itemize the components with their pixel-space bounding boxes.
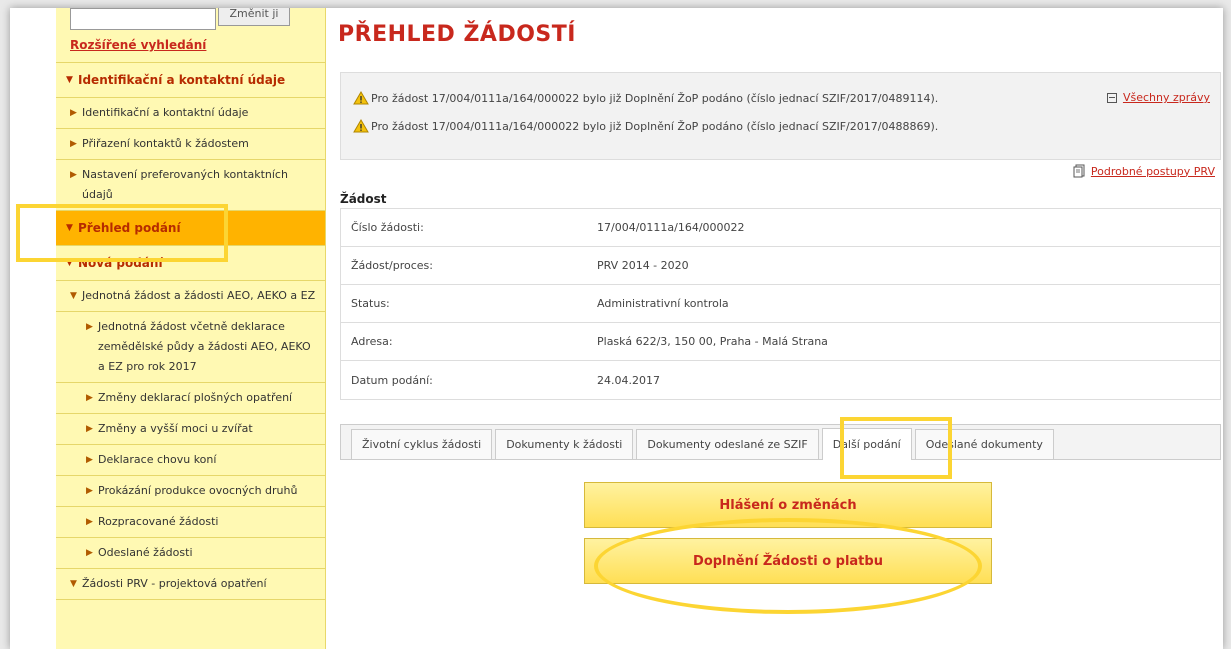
search-row: Změnit ji bbox=[56, 8, 325, 30]
tab-bar: Životní cyklus žádosti Dokumenty k žádos… bbox=[340, 424, 1221, 460]
sidebar-item-label: Přiřazení kontaktů k žádostem bbox=[82, 137, 249, 150]
row-value: Administrativní kontrola bbox=[597, 297, 729, 310]
chevron-right-icon: ▶ bbox=[70, 139, 77, 149]
chevron-right-icon: ▶ bbox=[86, 424, 93, 434]
sidebar-item-label: Nová podání bbox=[78, 256, 163, 270]
sidebar-item-unified-application-2017[interactable]: ▶ Jednotná žádost včetně deklarace zeměd… bbox=[56, 312, 325, 383]
chevron-right-icon: ▶ bbox=[86, 517, 93, 527]
table-row: Číslo žádosti: 17/004/0111a/164/000022 bbox=[341, 209, 1220, 247]
chevron-down-icon: ▼ bbox=[66, 258, 73, 268]
page-title: PŘEHLED ŽÁDOSTÍ bbox=[338, 22, 576, 47]
message-item: Pro žádost 17/004/0111a/164/000022 bylo … bbox=[353, 119, 938, 133]
main-content: PŘEHLED ŽÁDOSTÍ Pro žádost 17/004/0111a/… bbox=[328, 8, 1223, 649]
row-label: Datum podání: bbox=[351, 373, 433, 387]
sidebar-item-prv-projects[interactable]: ▼ Žádosti PRV - projektová opatření bbox=[56, 569, 325, 600]
sidebar-item-animal-changes[interactable]: ▶ Změny a vyšší moci u zvířat bbox=[56, 414, 325, 445]
table-row: Datum podání: 24.04.2017 bbox=[341, 361, 1220, 399]
sidebar-item-label: Rozpracované žádosti bbox=[98, 515, 219, 528]
tab-sent-documents[interactable]: Odeslané dokumenty bbox=[914, 429, 1054, 459]
sidebar-item-identification[interactable]: ▼ Identifikační a kontaktní údaje bbox=[56, 63, 325, 98]
chevron-right-icon: ▶ bbox=[70, 170, 77, 180]
advanced-search-link[interactable]: Rozšířené vyhledání bbox=[56, 30, 325, 63]
guide-link[interactable]: Podrobné postupy PRV bbox=[1091, 165, 1215, 178]
chevron-down-icon: ▼ bbox=[66, 223, 73, 233]
sidebar-item-label: Prokázání produkce ovocných druhů bbox=[98, 484, 298, 497]
tab-documents[interactable]: Dokumenty k žádosti bbox=[495, 429, 634, 459]
sidebar-item-fruit-production[interactable]: ▶ Prokázání produkce ovocných druhů bbox=[56, 476, 325, 507]
message-text: Pro žádost 17/004/0111a/164/000022 bylo … bbox=[371, 119, 939, 133]
all-messages-toggle[interactable]: Všechny zprávy bbox=[1106, 91, 1210, 104]
report-changes-button[interactable]: Hlášení o změnách bbox=[584, 482, 992, 528]
chevron-down-icon: ▼ bbox=[70, 291, 77, 301]
sidebar-item-drafts[interactable]: ▶ Rozpracované žádosti bbox=[56, 507, 325, 538]
sidebar-item-overview[interactable]: ▼ Přehled podání bbox=[56, 211, 325, 246]
tab-other-submissions[interactable]: Další podání bbox=[821, 428, 912, 460]
document-icon bbox=[1073, 164, 1085, 178]
sidebar-item-sent[interactable]: ▶ Odeslané žádosti bbox=[56, 538, 325, 569]
sidebar-item-label: Jednotná žádost včetně deklarace zeměděl… bbox=[98, 320, 311, 373]
row-value: PRV 2014 - 2020 bbox=[597, 259, 689, 272]
sidebar-item-area-changes[interactable]: ▶ Změny deklarací plošných opatření bbox=[56, 383, 325, 414]
chevron-right-icon: ▶ bbox=[86, 548, 93, 558]
row-label: Žádost/proces: bbox=[351, 259, 433, 272]
chevron-right-icon: ▶ bbox=[86, 393, 93, 403]
table-row: Adresa: Plaská 622/3, 150 00, Praha - Ma… bbox=[341, 323, 1220, 361]
sidebar-item-label: Odeslané žádosti bbox=[98, 546, 193, 559]
chevron-right-icon: ▶ bbox=[86, 322, 93, 332]
sidebar: Změnit ji Rozšířené vyhledání ▼ Identifi… bbox=[56, 8, 326, 649]
section-title: Žádost bbox=[340, 192, 387, 206]
sidebar-item-label: Přehled podání bbox=[78, 221, 181, 235]
sidebar-item-contact-assignment[interactable]: ▶ Přiřazení kontaktů k žádostem bbox=[56, 129, 325, 160]
row-value: Plaská 622/3, 150 00, Praha - Malá Stran… bbox=[597, 335, 828, 348]
sidebar-item-label: Identifikační a kontaktní údaje bbox=[82, 106, 249, 119]
chevron-right-icon: ▶ bbox=[86, 486, 93, 496]
guide-link-container[interactable]: Podrobné postupy PRV bbox=[1073, 164, 1215, 178]
warning-icon bbox=[353, 91, 369, 105]
row-label: Číslo žádosti: bbox=[351, 221, 424, 234]
chevron-down-icon: ▼ bbox=[66, 75, 73, 85]
collapse-icon[interactable] bbox=[1106, 92, 1117, 103]
sidebar-item-identification-sub[interactable]: ▶ Identifikační a kontaktní údaje bbox=[56, 98, 325, 129]
chevron-right-icon: ▶ bbox=[86, 455, 93, 465]
sidebar-item-unified-application[interactable]: ▼ Jednotná žádost a žádosti AEO, AEKO a … bbox=[56, 281, 325, 312]
row-label: Status: bbox=[351, 297, 390, 310]
messages-panel: Pro žádost 17/004/0111a/164/000022 bylo … bbox=[340, 72, 1221, 160]
message-item: Pro žádost 17/004/0111a/164/000022 bylo … bbox=[353, 91, 938, 105]
row-value: 24.04.2017 bbox=[597, 373, 660, 387]
tab-szif-documents[interactable]: Dokumenty odeslané ze SZIF bbox=[636, 429, 819, 459]
sidebar-item-label: Změny deklarací plošných opatření bbox=[98, 391, 293, 404]
table-row: Žádost/proces: PRV 2014 - 2020 bbox=[341, 247, 1220, 285]
message-text: Pro žádost 17/004/0111a/164/000022 bylo … bbox=[371, 91, 939, 105]
sidebar-item-preferred-contacts[interactable]: ▶ Nastavení preferovaných kontaktních úd… bbox=[56, 160, 325, 211]
warning-icon bbox=[353, 119, 369, 133]
sidebar-item-label: Jednotná žádost a žádosti AEO, AEKO a EZ bbox=[82, 289, 316, 302]
sidebar-item-label: Nastavení preferovaných kontaktních údaj… bbox=[82, 168, 288, 201]
sidebar-item-label: Žádosti PRV - projektová opatření bbox=[82, 577, 267, 590]
sidebar-item-label: Identifikační a kontaktní údaje bbox=[78, 73, 286, 87]
table-row: Status: Administrativní kontrola bbox=[341, 285, 1220, 323]
chevron-down-icon: ▼ bbox=[70, 579, 77, 589]
sidebar-item-label: Deklarace chovu koní bbox=[98, 453, 217, 466]
tab-lifecycle[interactable]: Životní cyklus žádosti bbox=[351, 429, 493, 459]
row-value: 17/004/0111a/164/000022 bbox=[597, 221, 745, 234]
search-button[interactable]: Změnit ji bbox=[218, 8, 290, 26]
sidebar-item-label: Změny a vyšší moci u zvířat bbox=[98, 422, 253, 435]
sidebar-item-new-submissions[interactable]: ▼ Nová podání bbox=[56, 246, 325, 281]
all-messages-link[interactable]: Všechny zprávy bbox=[1123, 91, 1210, 104]
search-input[interactable] bbox=[70, 8, 216, 30]
details-table: Číslo žádosti: 17/004/0111a/164/000022 Ž… bbox=[340, 208, 1221, 400]
browser-frame: Změnit ji Rozšířené vyhledání ▼ Identifi… bbox=[10, 8, 1223, 649]
row-label: Adresa: bbox=[351, 335, 393, 348]
chevron-right-icon: ▶ bbox=[70, 108, 77, 118]
payment-supplement-button[interactable]: Doplnění Žádosti o platbu bbox=[584, 538, 992, 584]
sidebar-item-horse-declaration[interactable]: ▶ Deklarace chovu koní bbox=[56, 445, 325, 476]
